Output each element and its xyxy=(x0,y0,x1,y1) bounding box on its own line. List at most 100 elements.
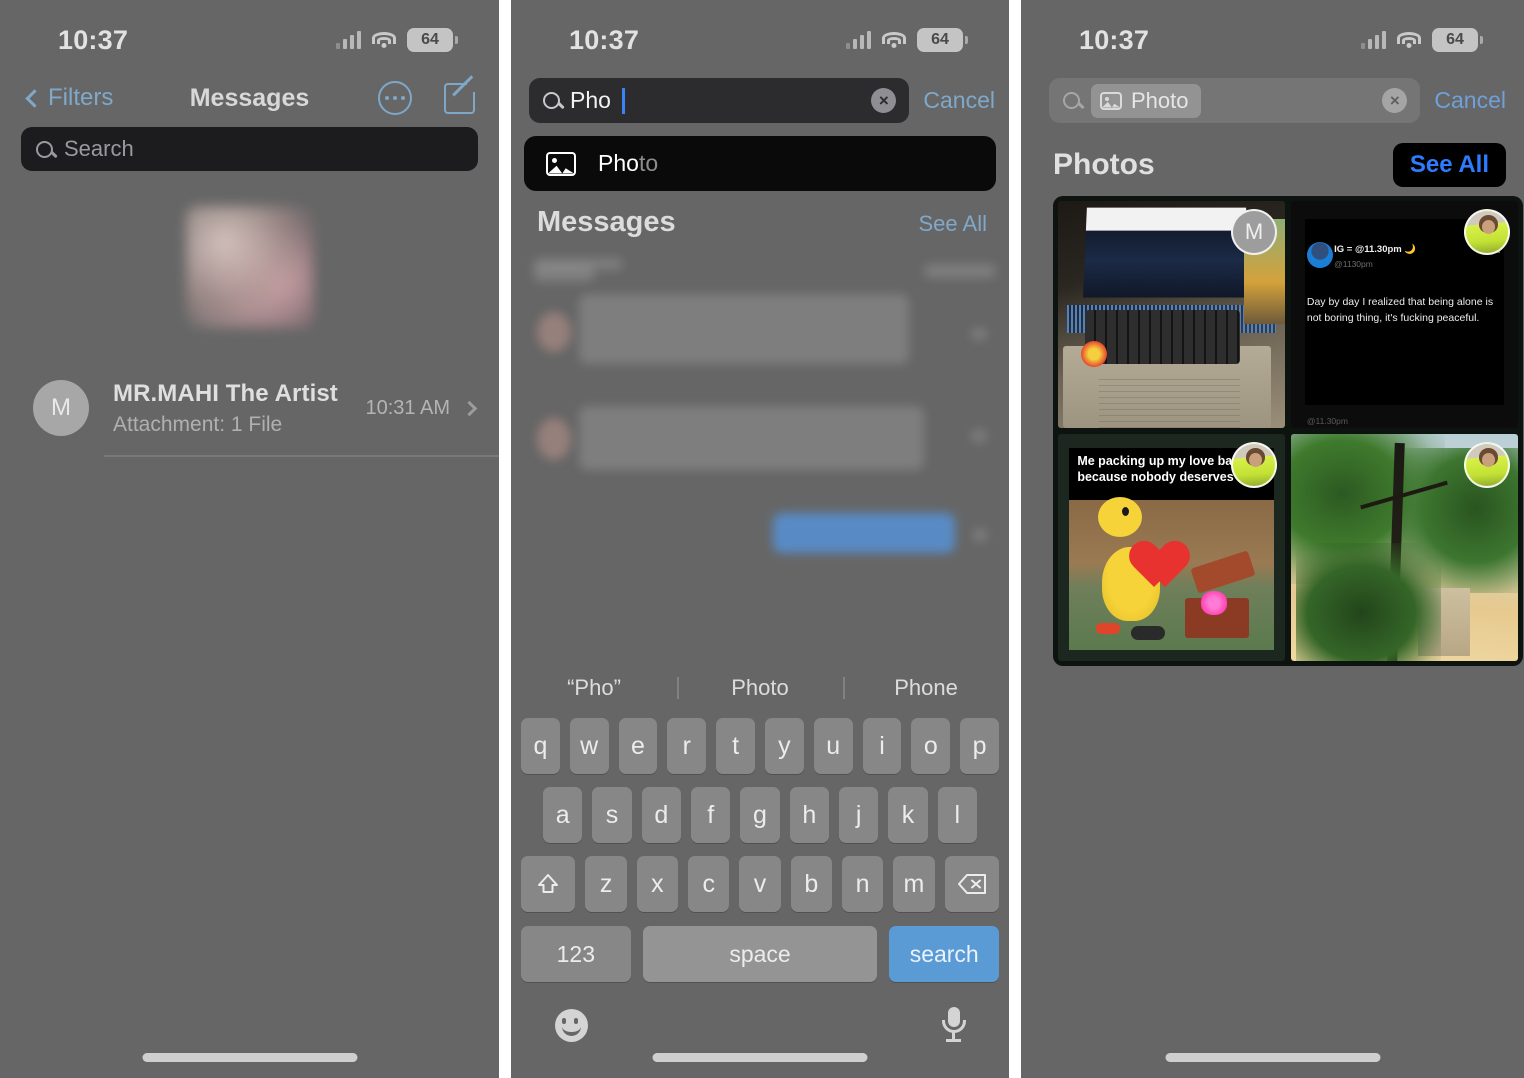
section-title: Messages xyxy=(537,206,676,238)
keyboard-bottom-row xyxy=(511,995,1009,1043)
clear-circle-icon[interactable]: × xyxy=(871,88,897,113)
cellular-bars-icon xyxy=(1360,31,1386,49)
key-g[interactable]: g xyxy=(740,787,780,843)
key-c[interactable]: c xyxy=(688,856,730,912)
microphone-icon[interactable] xyxy=(941,1007,966,1043)
key-e[interactable]: e xyxy=(618,718,658,774)
photo-tile-laptop[interactable]: M xyxy=(1058,201,1285,428)
search-input[interactable]: Pho × xyxy=(529,78,910,123)
photo-results-grid: M IG = @11.30pm 🌙 @1130pm Day by day I r… xyxy=(1053,196,1523,666)
key-v[interactable]: v xyxy=(739,856,781,912)
search-icon xyxy=(36,140,53,158)
cancel-button[interactable]: Cancel xyxy=(923,87,995,114)
shift-arrow-icon[interactable] xyxy=(521,856,576,912)
conversation-text: MR.MAHI The Artist Attachment: 1 File xyxy=(113,380,365,437)
emoji-face-icon[interactable] xyxy=(555,1008,588,1042)
key-a[interactable]: a xyxy=(543,787,583,843)
avatar: M xyxy=(1231,209,1277,255)
key-b[interactable]: b xyxy=(790,856,832,912)
search-suggestion-photo[interactable]: Photo xyxy=(524,136,996,191)
key-u[interactable]: u xyxy=(813,718,853,774)
clear-circle-icon[interactable]: × xyxy=(1382,88,1408,113)
key-h[interactable]: h xyxy=(789,787,829,843)
key-t[interactable]: t xyxy=(716,718,755,774)
nav-actions xyxy=(378,80,478,115)
home-indicator[interactable] xyxy=(142,1053,357,1062)
photo-tile-duck-meme[interactable]: Me packing up my love back because nobod… xyxy=(1058,434,1285,661)
wifi-icon xyxy=(1397,31,1421,49)
blurred-avatar-2 xyxy=(537,418,571,460)
see-all-button[interactable]: See All xyxy=(1392,143,1506,187)
post-body: Day by day I realized that being alone i… xyxy=(1306,296,1494,325)
key-y[interactable]: y xyxy=(765,718,804,774)
keyboard-row-1: q w e r t y u i o p xyxy=(511,718,1009,774)
key-q[interactable]: q xyxy=(521,718,560,774)
search-icon xyxy=(543,92,560,109)
search-placeholder: Search xyxy=(64,136,134,161)
post-handle: @1130pm xyxy=(1334,258,1373,269)
space-key[interactable]: space xyxy=(642,926,878,982)
search-return-key[interactable]: search xyxy=(889,926,1000,982)
battery-indicator: 64 xyxy=(1432,28,1483,52)
key-z[interactable]: z xyxy=(585,856,627,912)
blurred-result-time xyxy=(924,264,996,278)
search-input-value: Pho xyxy=(570,87,611,113)
status-bar: 10:37 64 xyxy=(0,0,499,66)
key-p[interactable]: p xyxy=(960,718,999,774)
battery-indicator: 64 xyxy=(407,28,458,52)
results-section-header: Messages See All xyxy=(537,206,987,239)
panel-photo-results: 10:37 64 Photo × Cancel Photos See All M… xyxy=(1021,0,1524,1078)
search-token-photo[interactable]: Photo xyxy=(1091,83,1201,118)
home-indicator[interactable] xyxy=(652,1053,868,1062)
search-input[interactable]: Search xyxy=(21,127,478,171)
virtual-keyboard: “Pho” Photo Phone q w e r t y u i o p a … xyxy=(511,658,1009,1078)
photo-icon xyxy=(546,151,576,176)
prediction-1[interactable]: Photo xyxy=(677,675,843,701)
cellular-bars-icon xyxy=(845,31,871,49)
panel-gutter-1 xyxy=(499,0,511,1078)
home-indicator[interactable] xyxy=(1165,1053,1380,1062)
post-footer: @11.30pm xyxy=(1306,415,1348,426)
key-o[interactable]: o xyxy=(911,718,951,774)
key-n[interactable]: n xyxy=(841,856,884,912)
numbers-key[interactable]: 123 xyxy=(521,926,631,982)
blurred-sent-bubble xyxy=(773,513,955,553)
battery-indicator: 64 xyxy=(917,28,968,52)
panel-gutter-2 xyxy=(1009,0,1021,1078)
prediction-2[interactable]: Phone xyxy=(843,675,1009,701)
compose-icon[interactable] xyxy=(444,80,478,114)
more-circle-icon[interactable] xyxy=(378,81,412,115)
photo-tile-ig-post[interactable]: IG = @11.30pm 🌙 @1130pm Day by day I rea… xyxy=(1291,201,1518,428)
status-bar: 10:37 64 xyxy=(511,0,1009,66)
photo-tile-trees[interactable] xyxy=(1291,434,1518,661)
avatar xyxy=(1464,442,1510,488)
key-s[interactable]: s xyxy=(592,787,632,843)
chevron-left-icon xyxy=(25,88,44,108)
see-all-link[interactable]: See All xyxy=(919,211,988,237)
list-item[interactable]: M MR.MAHI The Artist Attachment: 1 File … xyxy=(0,363,499,453)
key-l[interactable]: l xyxy=(937,787,977,843)
backspace-icon[interactable] xyxy=(944,856,999,912)
key-k[interactable]: k xyxy=(888,787,928,843)
key-d[interactable]: d xyxy=(641,787,681,843)
key-m[interactable]: m xyxy=(893,856,935,912)
blurred-marker-2 xyxy=(971,430,987,442)
search-icon xyxy=(1063,92,1080,109)
key-i[interactable]: i xyxy=(862,718,902,774)
prediction-0[interactable]: “Pho” xyxy=(511,675,677,701)
cancel-button[interactable]: Cancel xyxy=(1434,87,1506,114)
suggestion-label: Photo xyxy=(598,150,658,177)
keyboard-row-2: a s d f g h j k l xyxy=(511,787,1009,843)
key-x[interactable]: x xyxy=(636,856,679,912)
screenshot-stage: 10:37 64 Filters Messages Search M MR.MA… xyxy=(0,0,1524,1078)
status-indicators: 64 xyxy=(1360,28,1483,52)
back-label: Filters xyxy=(48,84,114,111)
key-r[interactable]: r xyxy=(667,718,707,774)
blurred-avatar xyxy=(537,312,571,352)
key-w[interactable]: w xyxy=(569,718,609,774)
search-input[interactable]: Photo × xyxy=(1049,78,1421,123)
key-f[interactable]: f xyxy=(691,787,731,843)
key-j[interactable]: j xyxy=(838,787,879,843)
filters-back-button[interactable]: Filters xyxy=(24,84,113,112)
list-divider xyxy=(104,455,499,457)
